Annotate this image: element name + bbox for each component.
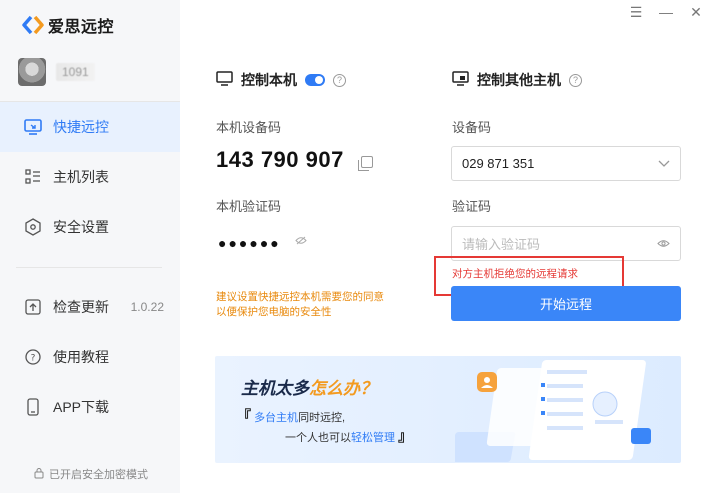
minimize-button[interactable]: — xyxy=(658,4,674,20)
sidebar-item-tutorial[interactable]: ? 使用教程 xyxy=(0,332,180,382)
sidebar-item-check-update[interactable]: 检查更新 1.0.22 xyxy=(0,282,180,332)
user-profile[interactable]: 1091 xyxy=(18,58,95,86)
start-remote-button[interactable]: 开始远程 xyxy=(451,286,681,321)
sidebar-item-label: 检查更新 xyxy=(53,299,109,315)
error-message: 对方主机拒绝您的远程请求 xyxy=(452,268,578,280)
avatar[interactable] xyxy=(18,58,46,86)
eye-icon[interactable] xyxy=(657,237,670,251)
sidebar-item-label: 快捷远控 xyxy=(53,119,109,135)
sidebar-item-label: 安全设置 xyxy=(53,219,109,235)
sidebar-item-label: 使用教程 xyxy=(53,349,109,365)
app-logo: 爱思远控 xyxy=(22,13,114,37)
local-section-title: 控制本机 ? xyxy=(216,70,346,90)
lock-icon xyxy=(34,467,44,482)
upload-icon xyxy=(24,298,42,316)
banner-line1: 『 多台主机同时远控, xyxy=(237,408,346,424)
sidebar-item-security[interactable]: 安全设置 xyxy=(0,202,180,252)
banner-title: 主机太多怎么办？ xyxy=(241,379,377,398)
svg-text:?: ? xyxy=(31,354,36,364)
username: 1091 xyxy=(56,63,95,81)
shield-icon xyxy=(24,218,42,236)
local-device-code: 143 790 907 xyxy=(216,147,344,172)
monitor-icon xyxy=(216,71,233,89)
security-tip: 建议设置快捷远控本机需要您的同意 以便保护您电脑的安全性 xyxy=(216,291,384,318)
logo-icon xyxy=(22,15,44,35)
allow-control-toggle[interactable] xyxy=(305,74,325,86)
divider xyxy=(16,267,162,268)
promo-banner[interactable]: 主机太多怎么办？ 『 多台主机同时远控, 一个人也可以轻松管理 』 xyxy=(215,356,681,463)
sidebar-item-app-download[interactable]: APP下载 xyxy=(0,382,180,432)
sidebar-item-label: 主机列表 xyxy=(53,169,109,185)
secure-mode-status: 已开启安全加密模式 xyxy=(34,466,148,482)
banner-line2: 一个人也可以轻松管理 』 xyxy=(285,428,413,444)
help-icon[interactable]: ? xyxy=(333,73,346,87)
close-button[interactable]: ✕ xyxy=(688,4,704,20)
local-password-masked: ●●●●●● xyxy=(218,235,281,251)
phone-icon xyxy=(24,398,42,416)
app-name: 爱思远控 xyxy=(48,19,115,36)
help-circle-icon: ? xyxy=(24,348,42,366)
local-password-label: 本机验证码 xyxy=(216,199,282,214)
menu-icon[interactable]: ☰ xyxy=(628,4,644,20)
remote-screen-icon xyxy=(24,118,42,136)
sidebar-item-host-list[interactable]: 主机列表 xyxy=(0,152,180,202)
window-controls: ☰ — ✕ xyxy=(628,4,704,21)
remote-monitor-icon xyxy=(452,71,469,89)
version-label: 1.0.22 xyxy=(130,300,164,314)
remote-device-code-label: 设备码 xyxy=(452,120,492,135)
sidebar: 爱思远控 1091 快捷远控 主机列表 安全设置 检查更新 1.0.22 ? 使… xyxy=(0,0,180,493)
sidebar-item-label: APP下载 xyxy=(53,399,110,415)
remote-section-title: 控制其他主机 ? xyxy=(452,70,582,90)
banner-illustration xyxy=(455,360,651,462)
remote-device-code-input[interactable]: 029 871 351 xyxy=(451,146,681,181)
eye-off-icon[interactable] xyxy=(295,236,307,248)
help-icon[interactable]: ? xyxy=(569,73,582,87)
local-device-code-label: 本机设备码 xyxy=(216,120,282,135)
list-icon xyxy=(24,168,42,186)
chevron-down-icon[interactable] xyxy=(658,157,670,171)
remote-password-label: 验证码 xyxy=(452,199,492,214)
copy-icon[interactable] xyxy=(358,156,373,171)
sidebar-item-quick-remote[interactable]: 快捷远控 xyxy=(0,102,180,152)
